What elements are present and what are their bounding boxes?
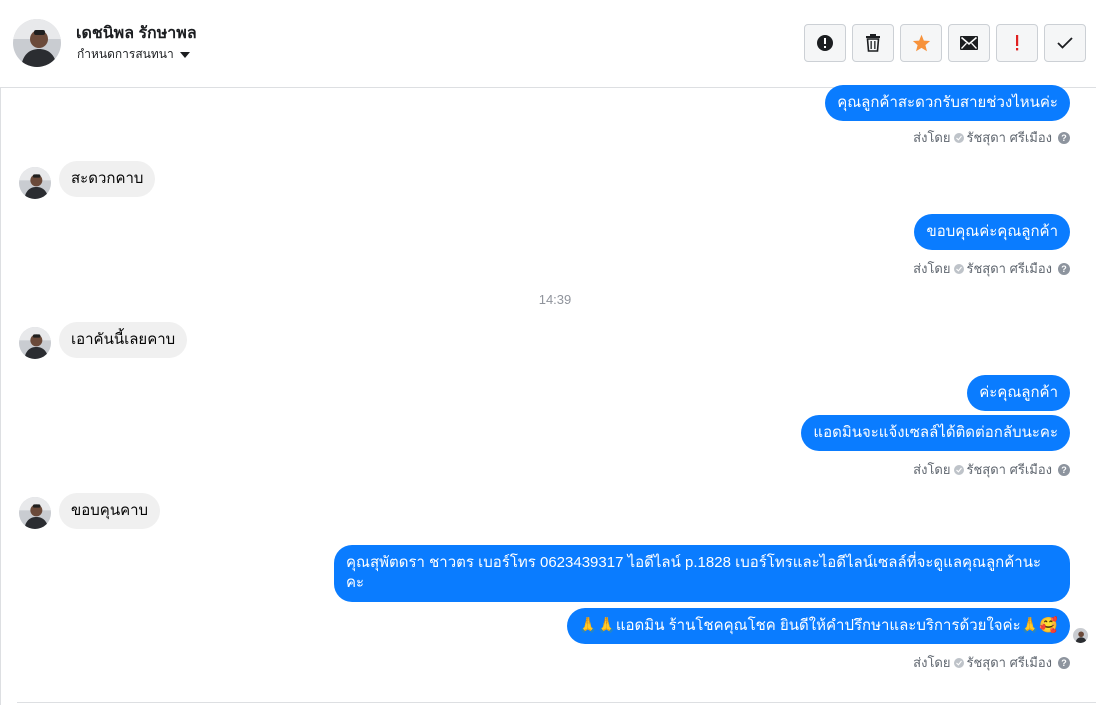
conversation-toolbar [804, 24, 1086, 62]
sent-by-prefix: ส่งโดย [913, 655, 951, 670]
sent-by-agent[interactable]: รัชสุดา ศรีเมือง [967, 459, 1053, 480]
help-icon[interactable]: ? [1058, 463, 1070, 476]
sent-by-label: ส่งโดย รัชสุดา ศรีเมือง ? [913, 127, 1070, 148]
envelope-icon [960, 36, 978, 50]
outgoing-message: ขอบคุณค่ะคุณลูกค้า [914, 214, 1070, 250]
conversation-header: เดชนิพล รักษาพล กำหนดการสนทนา [0, 0, 1096, 88]
alert-circle-icon [817, 35, 833, 51]
verified-check-icon [953, 132, 964, 143]
contact-avatar[interactable] [13, 19, 61, 67]
contact-avatar-small [19, 167, 51, 199]
outgoing-message: คุณลูกค้าสะดวกรับสายช่วงไหนค่ะ [825, 85, 1070, 121]
outgoing-message: ค่ะคุณลูกค้า [967, 375, 1070, 411]
outgoing-message: 🙏🙏แอดมิน ร้านโชคคุณโชค ยินดีให้คำปรึกษาแ… [566, 608, 1070, 644]
report-spam-button[interactable] [804, 24, 846, 62]
mark-done-button[interactable] [1044, 24, 1086, 62]
mark-unread-button[interactable] [948, 24, 990, 62]
contact-name[interactable]: เดชนิพล รักษาพล [76, 21, 197, 46]
trash-icon [866, 34, 880, 52]
caret-down-icon [179, 52, 190, 58]
incoming-message: สะดวกคาบ [59, 161, 156, 197]
sent-by-agent[interactable]: รัชสุดา ศรีเมือง [967, 652, 1053, 673]
delete-button[interactable] [852, 24, 894, 62]
follow-up-button[interactable] [996, 24, 1038, 62]
verified-check-icon [953, 464, 964, 475]
sent-by-label: ส่งโดย รัชสุดา ศรีเมือง ? [913, 652, 1070, 673]
verified-check-icon [953, 657, 964, 668]
incoming-message: เอาคันนี้เลยคาบ [59, 322, 188, 358]
read-receipt-avatar [1073, 628, 1088, 643]
star-icon [912, 34, 930, 52]
composer-divider [17, 702, 1096, 703]
sent-by-agent[interactable]: รัชสุดา ศรีเมือง [967, 258, 1053, 279]
conversation-label-dropdown[interactable]: กำหนดการสนทนา [77, 45, 190, 64]
sent-by-label: ส่งโดย รัชสุดา ศรีเมือง ? [913, 459, 1070, 480]
star-button[interactable] [900, 24, 942, 62]
timestamp-divider: 14:39 [538, 292, 572, 307]
exclamation-icon [1016, 35, 1019, 51]
sent-by-prefix: ส่งโดย [913, 130, 951, 145]
sent-by-prefix: ส่งโดย [913, 462, 951, 477]
sent-by-agent[interactable]: รัชสุดา ศรีเมือง [967, 127, 1053, 148]
incoming-message: ขอบคุนคาบ [59, 493, 161, 529]
outgoing-message: คุณสุพัตดรา ชาวตร เบอร์โทร 0623439317 ไอ… [334, 545, 1070, 602]
sent-by-label: ส่งโดย รัชสุดา ศรีเมือง ? [913, 258, 1070, 279]
outgoing-message: แอดมินจะแจ้งเซลล์ได้ติดต่อกลับนะคะ [801, 415, 1070, 451]
contact-avatar-small [19, 497, 51, 529]
help-icon[interactable]: ? [1058, 656, 1070, 669]
sent-by-prefix: ส่งโดย [913, 261, 951, 276]
contact-avatar-small [19, 327, 51, 359]
help-icon[interactable]: ? [1058, 131, 1070, 144]
conversation-label-text: กำหนดการสนทนา [77, 47, 174, 61]
help-icon[interactable]: ? [1058, 262, 1070, 275]
checkmark-icon [1057, 37, 1073, 49]
verified-check-icon [953, 263, 964, 274]
